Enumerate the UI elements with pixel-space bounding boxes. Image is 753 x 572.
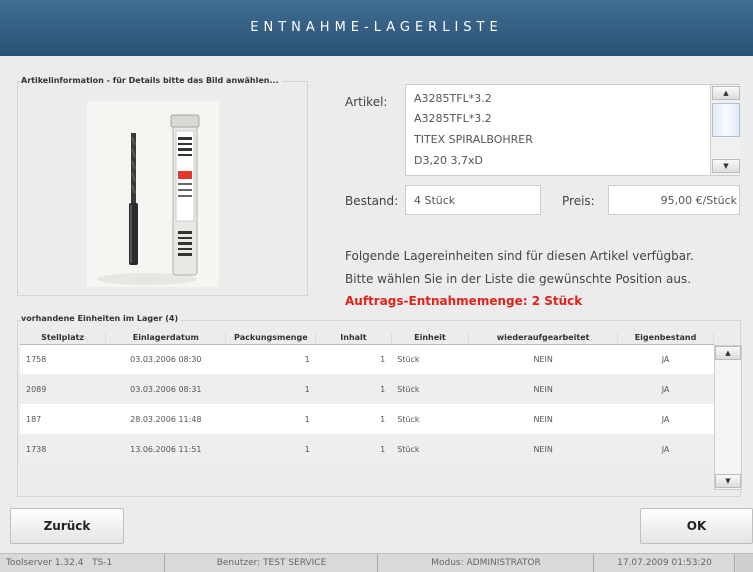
cell-stellplatz: 1738 [20,434,106,464]
price-field: 95,00 €/Stück [608,185,740,215]
column-header[interactable]: wiederaufgearbeitet [468,332,619,345]
article-info-legend: Artikelinformation - für Details bitte d… [21,76,282,85]
article-line: D3,20 3,7xD [414,154,483,167]
column-header[interactable]: Inhalt [315,332,392,345]
table-scrollbar[interactable]: ▲ ▼ [714,345,742,490]
table-row[interactable]: 2089 03.03.2006 08:31 1 1 Stück NEIN JA [20,374,714,404]
article-line: A3285TFL*3.2 [414,92,492,105]
cell-einheit: Stück [391,344,469,374]
cell-packungsmenge: 1 [225,344,316,374]
cell-packungsmenge: 1 [225,404,316,434]
cell-inhalt: 1 [315,344,392,374]
cell-wiederaufgearbeitet: NEIN [468,404,618,434]
cell-wiederaufgearbeitet: NEIN [468,374,618,404]
info-message-line2: Bitte wählen Sie in der Liste die gewüns… [345,272,692,286]
scroll-up-arrow-icon[interactable]: ▲ [712,86,740,100]
cell-inhalt: 1 [315,434,392,464]
cell-eigenbestand: JA [617,434,714,464]
scroll-down-arrow-icon[interactable]: ▼ [715,474,741,488]
cell-einheit: Stück [391,374,469,404]
cell-packungsmenge: 1 [225,434,316,464]
column-header[interactable]: Einheit [391,332,470,345]
status-server: Toolserver 1.32.4 TS-1 [0,554,165,572]
scrollbar-thumb[interactable] [712,103,740,137]
drill-bit-image [87,101,219,287]
cell-eigenbestand: JA [617,374,714,404]
cell-einlagerdatum: 03.03.2006 08:31 [105,374,226,404]
table-row[interactable]: 1738 13.06.2006 11:51 1 1 Stück NEIN JA [20,434,714,464]
article-label: Artikel: [345,95,388,109]
units-legend: vorhandene Einheiten im Lager (4) [21,314,182,323]
cell-inhalt: 1 [315,404,392,434]
cell-einlagerdatum: 28.03.2006 11:48 [105,404,226,434]
column-header[interactable]: Einlagerdatum [105,332,227,345]
cell-wiederaufgearbeitet: NEIN [468,344,618,374]
back-button[interactable]: Zurück [10,508,124,544]
status-user: Benutzer: TEST SERVICE [166,554,378,572]
units-table: Stellplatz Einlagerdatum Packungsmenge I… [20,332,714,464]
status-datetime: 17.07.2009 01:53:20 [595,554,735,572]
info-message-line1: Folgende Lagereinheiten sind für diesen … [345,249,694,263]
status-indicator [736,554,753,572]
stock-field: 4 Stück [405,185,541,215]
price-label: Preis: [562,194,595,208]
table-row[interactable]: 187 28.03.2006 11:48 1 1 Stück NEIN JA [20,404,714,434]
drill-bit-product-photo[interactable] [87,101,219,287]
page-title: ENTNAHME-LAGERLISTE [0,0,753,56]
cell-stellplatz: 187 [20,404,106,434]
terminal-id: TS-1 [92,558,113,568]
cell-einlagerdatum: 03.03.2006 08:30 [105,344,226,374]
cell-packungsmenge: 1 [225,374,316,404]
article-line: TITEX SPIRALBOHRER [414,133,533,146]
scroll-up-arrow-icon[interactable]: ▲ [715,346,741,360]
status-bar: Toolserver 1.32.4 TS-1 Benutzer: TEST SE… [0,553,753,572]
column-header[interactable]: Stellplatz [20,332,107,345]
cell-eigenbestand: JA [617,404,714,434]
cell-wiederaufgearbeitet: NEIN [468,434,618,464]
status-mode: Modus: ADMINISTRATOR [379,554,594,572]
ok-button[interactable]: OK [640,508,753,544]
server-version: Toolserver 1.32.4 [6,558,84,568]
column-header[interactable]: Packungsmenge [225,332,317,345]
cell-einheit: Stück [391,434,469,464]
cell-stellplatz: 1758 [20,344,106,374]
cell-eigenbestand: JA [617,344,714,374]
cell-inhalt: 1 [315,374,392,404]
article-listbox[interactable]: A3285TFL*3.2 A3285TFL*3.2 TITEX SPIRALBO… [405,84,740,176]
cell-einheit: Stück [391,404,469,434]
cell-einlagerdatum: 13.06.2006 11:51 [105,434,226,464]
cell-stellplatz: 2089 [20,374,106,404]
stock-label: Bestand: [345,194,399,208]
article-line: A3285TFL*3.2 [414,112,492,125]
table-row[interactable]: 1758 03.03.2006 08:30 1 1 Stück NEIN JA [20,344,714,374]
scroll-down-arrow-icon[interactable]: ▼ [712,159,740,173]
article-scrollbar[interactable]: ▲ ▼ [710,85,740,175]
stock-value: 4 Stück [414,194,456,207]
price-value: 95,00 €/Stück [660,194,737,207]
order-quantity-message: Auftrags-Entnahmemenge: 2 Stück [345,294,583,308]
column-header[interactable]: Eigenbestand [617,332,714,345]
